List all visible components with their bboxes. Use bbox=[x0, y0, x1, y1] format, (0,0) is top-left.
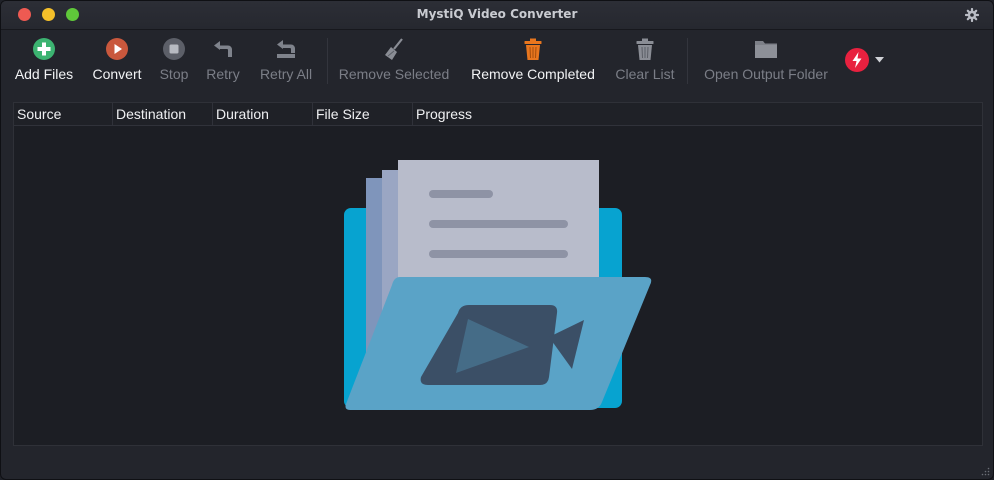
table-header: Source Destination Duration File Size Pr… bbox=[14, 103, 982, 126]
title-bar: MystiQ Video Converter bbox=[1, 1, 993, 30]
stop-circle-icon bbox=[163, 38, 185, 60]
toolbar: Add Files Convert Stop Retry Retry All R… bbox=[1, 30, 993, 92]
clear-list-label: Clear List bbox=[615, 66, 675, 82]
clear-list-button[interactable]: Clear List bbox=[611, 33, 679, 89]
gear-icon[interactable] bbox=[965, 8, 979, 22]
retry-label: Retry bbox=[206, 66, 240, 82]
add-files-label: Add Files bbox=[14, 66, 74, 82]
chevron-down-icon[interactable] bbox=[875, 57, 884, 63]
convert-label: Convert bbox=[92, 66, 142, 82]
folder-icon bbox=[755, 41, 777, 58]
remove-selected-label: Remove Selected bbox=[338, 66, 450, 82]
remove-completed-label: Remove Completed bbox=[471, 66, 595, 82]
open-output-folder-label: Open Output Folder bbox=[704, 66, 828, 82]
retry-all-label: Retry All bbox=[259, 66, 313, 82]
open-output-folder-button[interactable]: Open Output Folder bbox=[695, 33, 837, 89]
retry-icon bbox=[214, 41, 232, 57]
app-window: MystiQ Video Converter Add Files Convert… bbox=[0, 0, 994, 480]
column-header-file-size[interactable]: File Size bbox=[313, 103, 413, 125]
column-header-duration[interactable]: Duration bbox=[213, 103, 313, 125]
column-header-destination[interactable]: Destination bbox=[113, 103, 213, 125]
stop-button[interactable]: Stop bbox=[153, 33, 195, 89]
add-files-button[interactable]: Add Files bbox=[9, 33, 79, 89]
column-header-source[interactable]: Source bbox=[14, 103, 113, 125]
remove-selected-button[interactable]: Remove Selected bbox=[335, 33, 453, 89]
toolbar-separator bbox=[327, 38, 328, 84]
convert-button[interactable]: Convert bbox=[85, 33, 149, 89]
broom-icon bbox=[385, 38, 403, 60]
retry-button[interactable]: Retry bbox=[201, 33, 245, 89]
trash-icon bbox=[636, 38, 654, 60]
empty-list-illustration bbox=[344, 160, 652, 410]
conversion-list-table[interactable]: Source Destination Duration File Size Pr… bbox=[13, 102, 983, 446]
lightning-icon[interactable] bbox=[845, 48, 869, 72]
stop-label: Stop bbox=[159, 66, 189, 82]
retry-all-icon bbox=[277, 40, 295, 58]
window-title: MystiQ Video Converter bbox=[416, 7, 578, 21]
column-header-progress[interactable]: Progress bbox=[413, 103, 982, 125]
plus-circle-icon bbox=[33, 38, 55, 60]
remove-completed-button[interactable]: Remove Completed bbox=[463, 33, 603, 89]
resize-grip-icon[interactable] bbox=[980, 466, 990, 476]
trash-icon bbox=[524, 38, 542, 60]
play-circle-icon bbox=[106, 38, 128, 60]
retry-all-button[interactable]: Retry All bbox=[255, 33, 317, 89]
toolbar-separator bbox=[687, 38, 688, 84]
